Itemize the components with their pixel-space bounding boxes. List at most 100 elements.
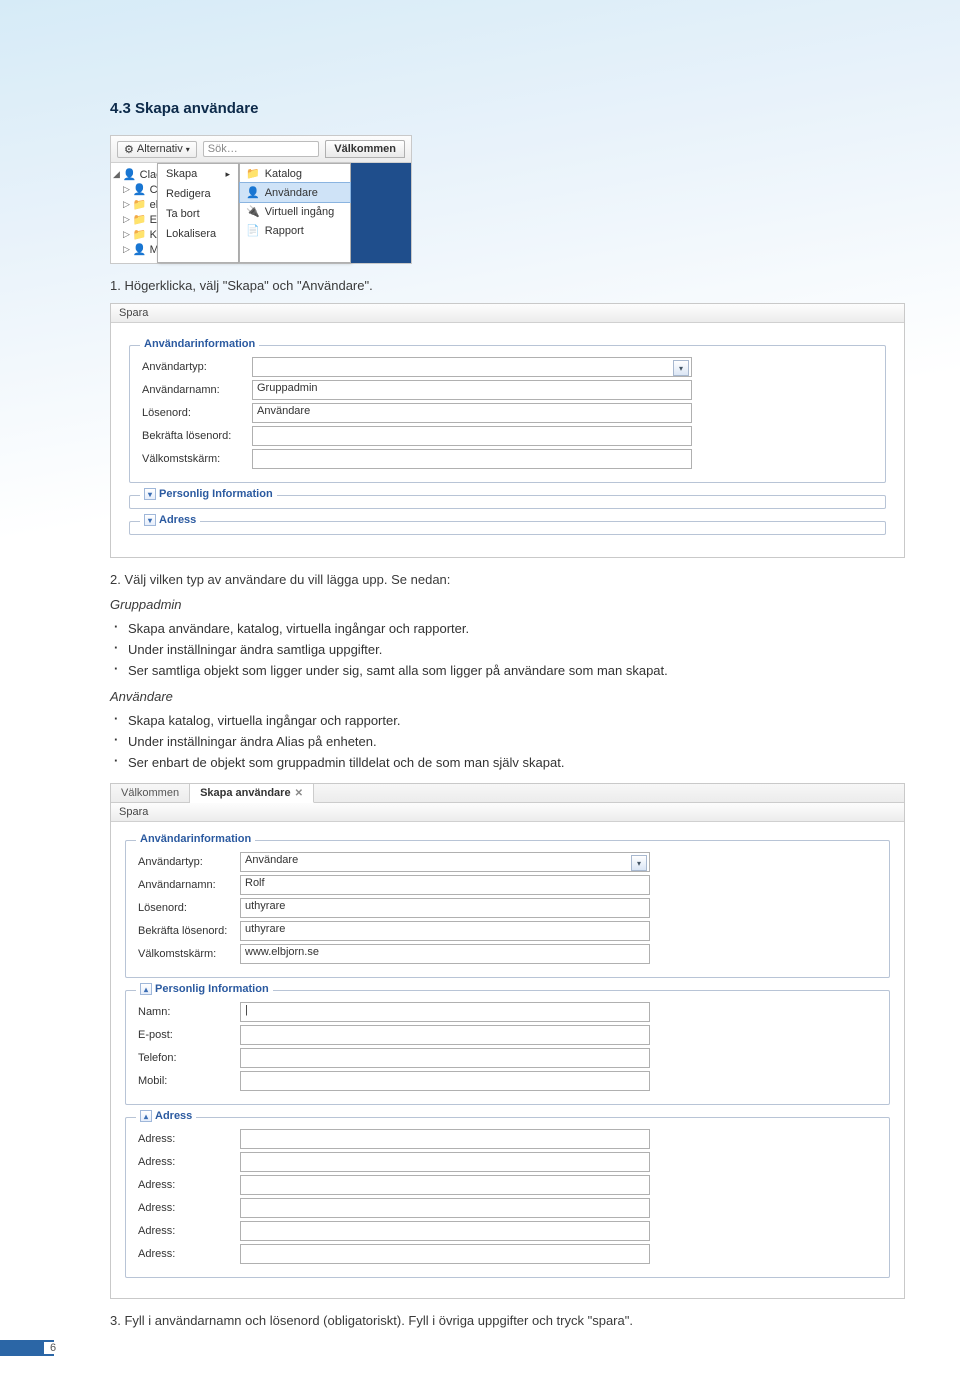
toolbar-spara[interactable]: Spara: [111, 304, 904, 323]
menu-skapa[interactable]: Skapa▸: [158, 164, 238, 184]
input-mobil[interactable]: [240, 1071, 650, 1091]
fieldset-personlig: ▾Personlig Information: [129, 495, 886, 509]
input-telefon[interactable]: [240, 1048, 650, 1068]
step-2: 2. Välj vilken typ av användare du vill …: [110, 572, 905, 587]
submenu-virtuell[interactable]: 🔌Virtuell ingång: [240, 202, 350, 221]
input-valkomst[interactable]: www.elbjorn.se: [240, 944, 650, 964]
submenu: 📁Katalog 👤Användare 🔌Virtuell ingång 📄Ra…: [239, 163, 351, 263]
input-epost[interactable]: [240, 1025, 650, 1045]
input-adress[interactable]: [240, 1244, 650, 1264]
tree-view: ◢👤Claes ▷👤Cl ▷📁el ▷📁El ▷📁Ku ▷👤M: [111, 163, 157, 263]
folder-icon: 📁: [133, 198, 147, 211]
label-losenord: Lösenord:: [142, 407, 252, 419]
content-area: [351, 163, 411, 263]
input-losenord[interactable]: uthyrare: [240, 898, 650, 918]
context-menu: Skapa▸ Redigera Ta bort Lokalisera: [157, 163, 239, 263]
label-telefon: Telefon:: [138, 1052, 240, 1064]
anvandare-list: Skapa katalog, virtuella ingångar och ra…: [110, 710, 905, 773]
label-epost: E-post:: [138, 1029, 240, 1041]
label-anvandarnamn: Användarnamn:: [138, 879, 240, 891]
select-anvandartyp[interactable]: Användare▾: [240, 852, 650, 872]
close-icon[interactable]: ✕: [295, 788, 303, 799]
collapse-icon: ▴: [140, 983, 152, 995]
submenu-anvandare[interactable]: 👤Användare: [239, 182, 351, 203]
legend-adress[interactable]: ▴Adress: [136, 1110, 196, 1122]
tab-valkommen[interactable]: Välkommen: [325, 140, 405, 158]
step-1: 1. Högerklicka, välj "Skapa" och "Använd…: [110, 278, 905, 293]
input-losenord[interactable]: Användare: [252, 403, 692, 423]
menu-lokalisera[interactable]: Lokalisera: [158, 224, 238, 244]
chevron-down-icon: ▾: [673, 360, 689, 376]
legend-anvandarinfo: Användarinformation: [140, 338, 259, 350]
expand-icon: ▾: [144, 488, 156, 500]
list-item: Skapa katalog, virtuella ingångar och ra…: [110, 710, 905, 731]
screenshot-user-form: Spara Användarinformation Användartyp:▾ …: [110, 303, 905, 558]
expand-icon: ▾: [144, 514, 156, 526]
input-adress[interactable]: [240, 1152, 650, 1172]
fieldset-anvandarinfo: Användarinformation Användartyp:Användar…: [125, 840, 890, 978]
anvandare-heading: Användare: [110, 689, 905, 704]
input-bekrafta[interactable]: [252, 426, 692, 446]
gruppadmin-heading: Gruppadmin: [110, 597, 905, 612]
input-valkomst[interactable]: [252, 449, 692, 469]
chevron-down-icon: ▾: [631, 855, 647, 871]
folder-icon: 📁: [133, 213, 147, 226]
search-input[interactable]: Sök…: [203, 141, 320, 157]
fieldset-adress: ▴Adress Adress: Adress: Adress: Adress: …: [125, 1117, 890, 1278]
user-icon: 👤: [133, 183, 147, 196]
label-losenord: Lösenord:: [138, 902, 240, 914]
input-anvandarnamn[interactable]: Gruppadmin: [252, 380, 692, 400]
chevron-right-icon: ▸: [225, 169, 230, 180]
toolbar-spara[interactable]: Spara: [111, 803, 904, 822]
screenshot-full-form: Välkommen Skapa användare✕ Spara Använda…: [110, 783, 905, 1299]
input-anvandarnamn[interactable]: Rolf: [240, 875, 650, 895]
label-adress: Adress:: [138, 1202, 240, 1214]
legend-anvandarinfo: Användarinformation: [136, 833, 255, 845]
report-icon: 📄: [246, 224, 260, 237]
label-adress: Adress:: [138, 1225, 240, 1237]
label-adress: Adress:: [138, 1179, 240, 1191]
list-item: Ser samtliga objekt som ligger under sig…: [110, 660, 905, 681]
legend-personlig[interactable]: ▾Personlig Information: [140, 488, 277, 500]
select-anvandartyp[interactable]: ▾: [252, 357, 692, 377]
folder-icon: 📁: [246, 167, 260, 180]
tab-skapa-anvandare[interactable]: Skapa användare✕: [190, 784, 314, 803]
label-mobil: Mobil:: [138, 1075, 240, 1087]
label-bekrafta: Bekräfta lösenord:: [142, 430, 252, 442]
list-item: Under inställningar ändra samtliga uppgi…: [110, 639, 905, 660]
user-icon: 👤: [246, 186, 260, 199]
input-adress[interactable]: [240, 1175, 650, 1195]
menu-redigera[interactable]: Redigera: [158, 184, 238, 204]
alternativ-button[interactable]: ⚙ Alternativ ▾: [117, 141, 197, 158]
list-item: Ser enbart de objekt som gruppadmin till…: [110, 752, 905, 773]
gear-icon: ⚙: [124, 143, 134, 156]
label-anvandartyp: Användartyp:: [138, 856, 240, 868]
legend-personlig[interactable]: ▴Personlig Information: [136, 983, 273, 995]
label-adress: Adress:: [138, 1156, 240, 1168]
screenshot-context-menu: ⚙ Alternativ ▾ Sök… Välkommen ◢👤Claes ▷👤…: [110, 135, 412, 264]
collapse-icon: ▴: [140, 1110, 152, 1122]
label-bekrafta: Bekräfta lösenord:: [138, 925, 240, 937]
section-heading: 4.3 Skapa användare: [110, 100, 905, 117]
menu-tabort[interactable]: Ta bort: [158, 204, 238, 224]
user-icon: 👤: [133, 243, 147, 256]
input-bekrafta[interactable]: uthyrare: [240, 921, 650, 941]
label-anvandarnamn: Användarnamn:: [142, 384, 252, 396]
chevron-down-icon: ▾: [186, 145, 190, 154]
label-anvandartyp: Användartyp:: [142, 361, 252, 373]
tab-valkommen[interactable]: Välkommen: [111, 784, 190, 802]
submenu-katalog[interactable]: 📁Katalog: [240, 164, 350, 183]
list-item: Under inställningar ändra Alias på enhet…: [110, 731, 905, 752]
input-adress[interactable]: [240, 1129, 650, 1149]
fieldset-adress: ▾Adress: [129, 521, 886, 535]
input-adress[interactable]: [240, 1198, 650, 1218]
legend-adress[interactable]: ▾Adress: [140, 514, 200, 526]
input-adress[interactable]: [240, 1221, 650, 1241]
page-number: 6: [0, 1340, 62, 1356]
plug-icon: 🔌: [246, 205, 260, 218]
input-namn[interactable]: |: [240, 1002, 650, 1022]
label-adress: Adress:: [138, 1133, 240, 1145]
submenu-rapport[interactable]: 📄Rapport: [240, 221, 350, 240]
user-icon: 👤: [123, 168, 137, 181]
fieldset-personlig: ▴Personlig Information Namn:| E-post: Te…: [125, 990, 890, 1105]
